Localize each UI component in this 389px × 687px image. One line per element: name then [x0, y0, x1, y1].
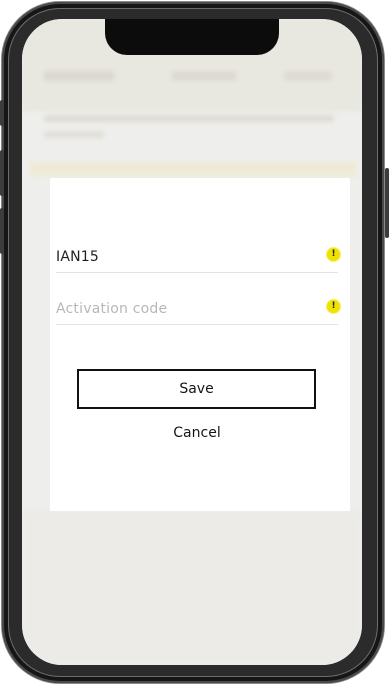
volume-up-button — [0, 150, 4, 196]
activation-dialog: IAN15 ! Activation code ! Save Cancel — [50, 178, 350, 511]
info-icon[interactable]: ! — [327, 300, 340, 313]
save-button[interactable]: Save — [77, 369, 316, 409]
device-notch — [105, 19, 279, 55]
activation-code-placeholder: Activation code — [56, 301, 168, 317]
ian-field[interactable]: IAN15 ! — [56, 226, 340, 273]
activation-code-field[interactable]: Activation code ! — [56, 278, 340, 325]
volume-down-button — [0, 208, 4, 254]
power-button — [385, 168, 389, 238]
cancel-button[interactable]: Cancel — [156, 422, 238, 444]
info-icon[interactable]: ! — [327, 248, 340, 261]
device-screen: IAN15 ! Activation code ! Save Cancel — [22, 19, 362, 665]
mute-switch — [0, 100, 4, 126]
ian-field-value: IAN15 — [56, 249, 99, 265]
